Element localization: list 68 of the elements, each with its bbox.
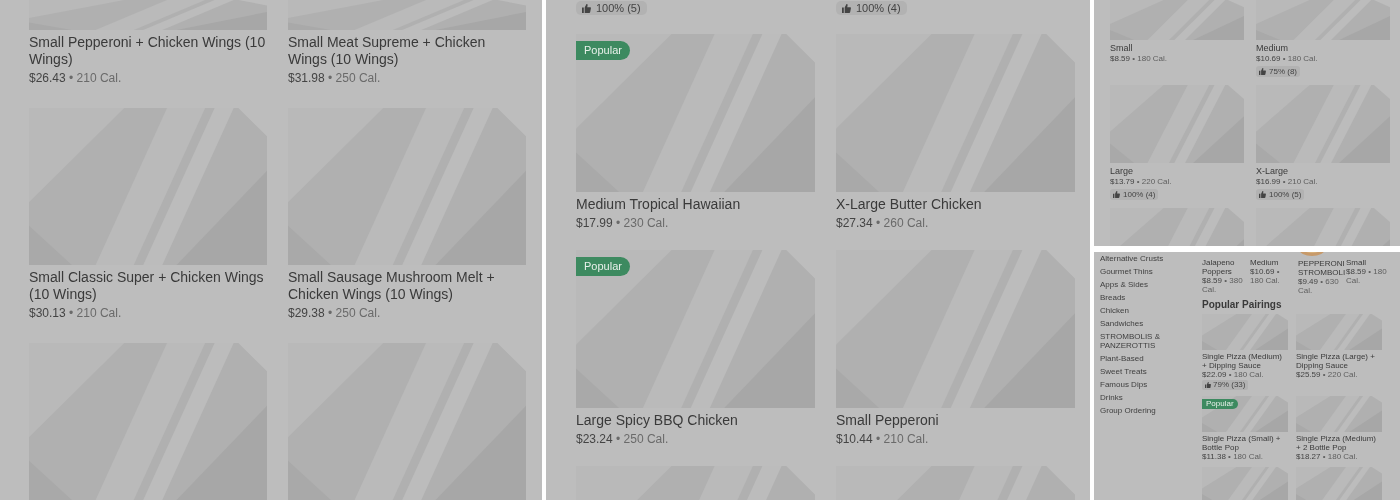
item-name[interactable]: Small Pepperoni	[836, 412, 1075, 429]
item-name[interactable]: Large Spicy BBQ Chicken	[576, 412, 815, 429]
item-name[interactable]: Single Pizza (Medium) + Dipping Sauce	[1202, 352, 1288, 370]
price-calories: $29.38 • 250 Cal.	[288, 305, 382, 321]
item-name[interactable]: Medium	[1256, 43, 1390, 53]
popular-badge: Popular	[576, 257, 630, 276]
price-calories: $9.49 • 630 Cal.	[1298, 277, 1340, 295]
section-heading: Popular Pairings	[1202, 299, 1282, 310]
item-name[interactable]: Single Pizza (Small) + Bottle Pop	[1202, 434, 1288, 452]
item-name[interactable]: Single Pizza (Large) + Dipping Sauce	[1296, 352, 1382, 370]
category-link[interactable]: Apps & Sides	[1100, 278, 1149, 291]
thumbs-up-icon	[582, 3, 591, 13]
rating-badge: 79% (33)	[1202, 380, 1249, 390]
price-calories: $8.59 • 180 Cal.	[1346, 267, 1388, 285]
price-calories: $25.59 • 220 Cal.	[1296, 370, 1359, 379]
item-name[interactable]: Small Pepperoni + Chicken Wings (10 Wings)	[29, 34, 267, 68]
price-calories: $17.99 • 230 Cal.	[576, 215, 670, 231]
thumbs-up-icon	[1259, 191, 1266, 198]
item-name[interactable]: PEPPERONI STROMBOLI	[1298, 259, 1343, 277]
popular-badge: Popular	[576, 41, 630, 60]
item-name[interactable]: Single Pizza (Medium) + 2 Bottle Pop	[1296, 434, 1382, 452]
rating-badge: 100% (4)	[1110, 189, 1159, 200]
category-link[interactable]: STROMBOLIS & PANZEROTTIS	[1100, 330, 1198, 352]
thumbs-up-icon	[842, 3, 851, 13]
item-name[interactable]: Small Classic Super + Chicken Wings (10 Wings)	[29, 269, 267, 303]
item-name[interactable]: Small	[1110, 43, 1244, 53]
thumbs-up-icon	[1259, 68, 1266, 75]
item-name[interactable]: Jalapeno Poppers	[1202, 258, 1247, 276]
item-name[interactable]: Large	[1110, 166, 1244, 176]
price-calories: $31.98 • 250 Cal.	[288, 70, 382, 86]
price-calories: $16.99 • 210 Cal.	[1256, 177, 1319, 187]
item-name[interactable]: Medium	[1250, 258, 1295, 267]
price-calories: $10.44 • 210 Cal.	[836, 431, 930, 447]
price-calories: $27.34 • 260 Cal.	[836, 215, 930, 231]
price-calories: $10.69 • 180 Cal.	[1250, 267, 1281, 285]
item-name[interactable]: Small Meat Supreme + Chicken Wings (10 Wings)	[288, 34, 526, 68]
category-link[interactable]: Drinks	[1100, 391, 1123, 404]
popular-badge: Popular	[1202, 399, 1238, 409]
item-name[interactable]: X-Large	[1256, 166, 1390, 176]
price-calories: $23.24 • 250 Cal.	[576, 431, 670, 447]
item-name[interactable]: Medium Tropical Hawaiian	[576, 196, 815, 213]
rating-badge: 100% (5)	[576, 1, 647, 15]
category-link[interactable]: Sweet Treats	[1100, 365, 1147, 378]
price-calories: $8.59 • 380 Cal.	[1202, 276, 1244, 294]
category-link[interactable]: Group Ordering	[1100, 404, 1156, 417]
thumbs-up-icon	[1113, 191, 1120, 198]
item-name[interactable]: Small Sausage Mushroom Melt + Chicken Wings (10 Wings)	[288, 269, 526, 303]
item-name[interactable]: X-Large Butter Chicken	[836, 196, 1075, 213]
category-link[interactable]: Alternative Crusts	[1100, 252, 1164, 265]
rating-badge: 100% (4)	[836, 1, 907, 15]
category-link[interactable]: Sandwiches	[1100, 317, 1144, 330]
price-calories: $26.43 • 210 Cal.	[29, 70, 123, 86]
price-calories: $13.79 • 220 Cal.	[1110, 177, 1173, 187]
price-calories: $18.27 • 180 Cal.	[1296, 452, 1359, 461]
category-link[interactable]: Chicken	[1100, 304, 1129, 317]
price-calories: $30.13 • 210 Cal.	[29, 305, 123, 321]
category-link[interactable]: Breads	[1100, 291, 1126, 304]
item-name[interactable]: Small	[1346, 258, 1391, 267]
rating-badge: 100% (5)	[1256, 189, 1305, 200]
category-link[interactable]: Plant-Based	[1100, 352, 1144, 365]
rating-badge: 75% (8)	[1256, 66, 1300, 77]
price-calories: $10.69 • 180 Cal.	[1256, 54, 1319, 64]
price-calories: $8.59 • 180 Cal.	[1110, 54, 1169, 64]
thumbs-up-icon	[1205, 382, 1211, 388]
category-link[interactable]: Famous Dips	[1100, 378, 1148, 391]
price-calories: $22.09 • 180 Cal.	[1202, 370, 1265, 379]
category-link[interactable]: Gourmet Thins	[1100, 265, 1153, 278]
price-calories: $11.38 • 180 Cal.	[1202, 452, 1264, 461]
